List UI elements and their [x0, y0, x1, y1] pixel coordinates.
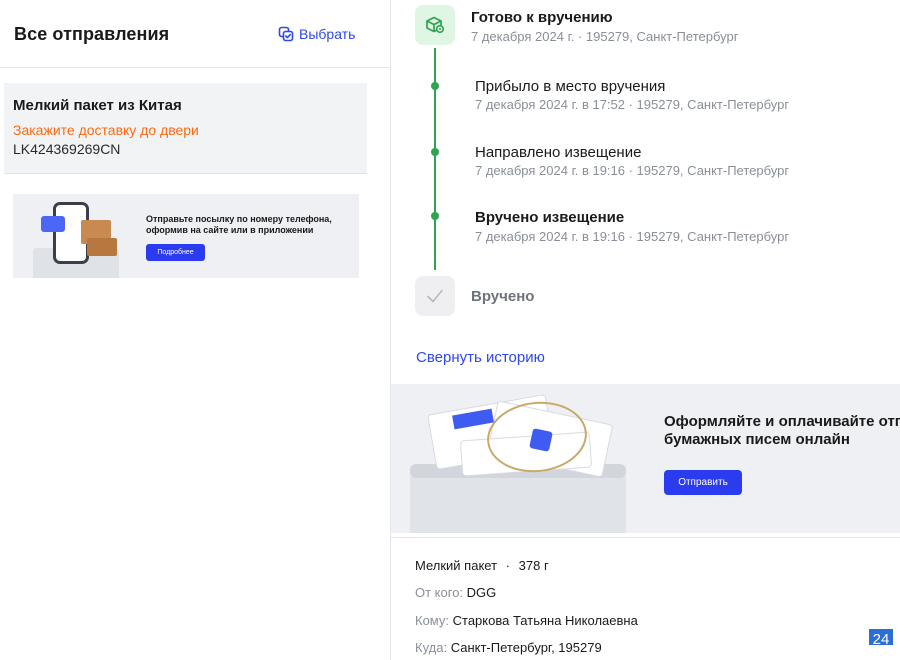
delivered-status-badge — [415, 276, 455, 316]
banner-more-button[interactable]: Подробнее — [146, 244, 205, 261]
corner-badge[interactable]: 24 — [869, 629, 893, 653]
shipments-sidebar: Все отправления Выбрать Мелкий пакет из … — [0, 0, 391, 660]
parcel-name: Мелкий пакет из Китая — [13, 97, 182, 114]
banner-text: Отправьте посылку по номеру телефона, оф… — [146, 214, 332, 235]
event-subtitle: 7 декабря 2024 г. в 17:52 · 195279, Санк… — [475, 97, 790, 112]
promo-text-line: бумажных писем онлайн — [664, 431, 850, 448]
ready-status-subtitle: 7 декабря 2024 г. · 195279, Санкт-Петерб… — [471, 29, 739, 44]
recipient-label: Кому: — [415, 613, 449, 628]
shipment-type-row: Мелкий пакет · 378 г — [415, 558, 549, 573]
timeline-dot — [431, 82, 439, 90]
shipment-info: Мелкий пакет · 378 г От кого: DGG Кому: … — [391, 537, 900, 660]
corner-badge-label: 24 — [872, 631, 890, 648]
select-button[interactable]: Выбрать — [278, 26, 355, 42]
event-title: Прибыло в место вручения — [475, 78, 666, 95]
tracking-page: Все отправления Выбрать Мелкий пакет из … — [0, 0, 900, 660]
timeline-dot — [431, 148, 439, 156]
event-subtitle: 7 декабря 2024 г. в 19:16 · 195279, Санк… — [475, 163, 790, 178]
promo-text: Оформляйте и оплачивайте отп бумажных пи… — [664, 413, 900, 449]
shipment-weight: 378 г — [518, 558, 549, 573]
send-button[interactable]: Отправить — [664, 470, 742, 495]
recipient-row: Кому: Старкова Татьяна Николаевна — [415, 613, 638, 628]
event-subtitle: 7 декабря 2024 г. в 19:16 · 195279, Санк… — [475, 229, 790, 244]
phone-send-banner[interactable]: Отправьте посылку по номеру телефона, оф… — [13, 194, 359, 278]
event-title: Вручено извещение — [475, 209, 625, 226]
parcel-box-image — [87, 238, 117, 256]
destination-value: Санкт-Петербург, 195279 — [450, 640, 602, 655]
event-title: Направлено извещение — [475, 144, 642, 161]
sender-label: От кого: — [415, 585, 464, 600]
select-button-label: Выбрать — [299, 26, 356, 42]
recipient-value: Старкова Татьяна Николаевна — [452, 613, 638, 628]
parcel-card[interactable]: Мелкий пакет из Китая Закажите доставку … — [4, 83, 367, 174]
multi-select-icon — [278, 26, 294, 42]
ready-status-title: Готово к вручению — [471, 9, 613, 26]
sidebar-header: Все отправления Выбрать — [0, 0, 390, 68]
tracking-history: Готово к вручению 7 декабря 2024 г. · 19… — [391, 0, 900, 330]
bank-card-image — [41, 216, 65, 232]
banner-pedestal-image — [410, 472, 626, 533]
sender-row: От кого: DGG — [415, 585, 496, 600]
ready-status-badge — [415, 5, 455, 45]
promo-text-line: Оформляйте и оплачивайте отп — [664, 413, 900, 430]
collapse-history-link[interactable]: Свернуть историю — [416, 349, 545, 366]
delivered-status-title: Вручено — [471, 288, 535, 305]
letters-promo-banner[interactable]: Оформляйте и оплачивайте отп бумажных пи… — [391, 384, 900, 533]
sender-value: DGG — [466, 585, 497, 600]
destination-label: Куда: — [415, 640, 448, 655]
destination-row: Куда: Санкт-Петербург, 195279 — [415, 640, 602, 655]
timeline-dot — [431, 212, 439, 220]
sidebar-title: Все отправления — [14, 24, 170, 44]
separator-dot: · — [505, 558, 511, 573]
shipment-details-panel: Готово к вручению 7 декабря 2024 г. · 19… — [391, 0, 900, 660]
shipment-type: Мелкий пакет — [415, 558, 498, 573]
tracking-number: LK424369269CN — [13, 141, 121, 157]
door-delivery-link[interactable]: Закажите доставку до двери — [13, 122, 199, 138]
